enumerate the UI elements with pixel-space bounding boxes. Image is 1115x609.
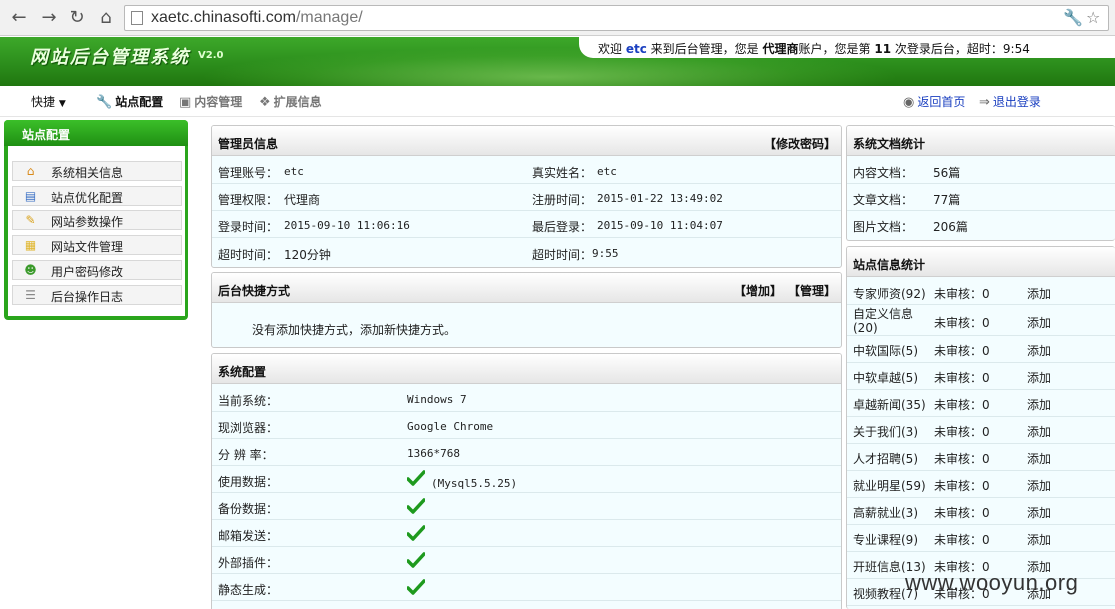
tab-ext-info[interactable]: ❖ 扩展信息 (259, 93, 322, 110)
table-row: 关于我们(3) 未审核：0 添加 (847, 417, 1115, 444)
home-icon: ⌂ (26, 164, 35, 178)
add-link[interactable]: 添加 (1027, 314, 1051, 331)
table-row: 内容文档： 56篇 (847, 157, 1115, 184)
logo-version: V2.0 (198, 50, 224, 61)
star-icon[interactable]: ☆ (1086, 8, 1100, 27)
tab-content-mgmt[interactable]: ▣ 内容管理 (179, 93, 242, 110)
folder-icon: ▦ (24, 238, 37, 252)
table-row: 登录时间： 2015-09-10 11:06:16 最后登录： 2015-09-… (212, 211, 841, 238)
quick-menu[interactable]: 快捷 ▼ (31, 93, 66, 110)
home-circle-icon: ◉ (903, 95, 915, 110)
logout-arrow-icon: ⇒ (979, 95, 990, 110)
site-stats-panel: 站点信息统计 专家师资(92) 未审核：0 添加 自定义信息(20) 未审核：0… (846, 246, 1115, 609)
address-url: xaetc.chinasofti.com/manage/ (151, 9, 363, 26)
add-link[interactable]: 添加 (1027, 450, 1051, 467)
panel-header: 站点信息统计 (847, 247, 1115, 277)
wrench-icon[interactable]: 🔧 (1063, 8, 1083, 27)
table-row: 管理账号： etc 真实姓名： etc (212, 157, 841, 184)
welcome-bar: 欢迎 etc 来到后台管理，您是 代理商账户，您是第 11 次登录后台，超时：9… (579, 37, 1115, 58)
table-row: 备份数据： (212, 493, 841, 520)
table-row: 专业课程(9) 未审核：0 添加 (847, 525, 1115, 552)
panel-header: 系统配置 (212, 354, 841, 384)
panel-header: 后台快捷方式 【增加】 【管理】 (212, 273, 841, 303)
add-link[interactable]: 添加 (1027, 396, 1051, 413)
table-row: 中软卓越(5) 未审核：0 添加 (847, 363, 1115, 390)
welcome-text: 欢迎 etc 来到后台管理，您是 代理商账户，您是第 11 次登录后台，超时：9… (598, 42, 1030, 56)
add-link[interactable]: 添加 (1027, 285, 1051, 302)
table-row: 自定义信息(20) 未审核：0 添加 (847, 305, 1115, 336)
header-banner: 网站后台管理系统 V2.0 欢迎 etc 来到后台管理，您是 代理商账户，您是第… (0, 37, 1115, 86)
panel-header: 系统文档统计 (847, 126, 1115, 156)
check-icon (407, 470, 425, 486)
add-link[interactable]: 添加 (1027, 369, 1051, 386)
sidebar-item-params[interactable]: ✎ 网站参数操作 (12, 210, 182, 230)
home-link[interactable]: ◉ 返回首页 (903, 93, 965, 110)
diamond-icon: ❖ (259, 95, 271, 110)
reload-icon[interactable]: ↻ (66, 6, 88, 30)
sidebar-item-system-info[interactable]: ⌂ 系统相关信息 (12, 161, 182, 181)
system-config-panel: 系统配置 当前系统： Windows 7 现浏览器： Google Chrome… (211, 353, 842, 609)
table-row: 邮箱发送： (212, 520, 841, 547)
log-icon: ☰ (25, 288, 36, 302)
main-toolbar: 快捷 ▼ 🔧 站点配置 ▣ 内容管理 ❖ 扩展信息 ◉ 返回首页 ⇒ 退出登录 (0, 86, 1115, 117)
table-row: 静态生成： (212, 574, 841, 601)
window-icon: ▤ (24, 189, 37, 203)
add-link[interactable]: 添加 (1027, 477, 1051, 494)
table-row: 管理权限： 代理商 注册时间： 2015-01-22 13:49:02 (212, 184, 841, 211)
table-row: 超时时间： 120分钟 超时时间： 9:55 (218, 247, 619, 262)
check-icon (407, 498, 425, 514)
table-row: 就业明星(59) 未审核：0 添加 (847, 471, 1115, 498)
add-link[interactable]: 添加 (1027, 531, 1051, 548)
add-link[interactable]: 添加 (1027, 504, 1051, 521)
table-row: 使用数据： (Mysql5.5.25) (212, 466, 841, 493)
sidebar-item-files[interactable]: ▦ 网站文件管理 (12, 235, 182, 255)
logo-title: 网站后台管理系统 (30, 47, 190, 68)
page-icon (131, 11, 143, 25)
table-row: 高薪就业(3) 未审核：0 添加 (847, 498, 1115, 525)
table-row: 分 辨 率： 1366*768 (212, 439, 841, 466)
change-password-link[interactable]: 【修改密码】 (764, 135, 836, 152)
sidebar: 站点配置 ⌂ 系统相关信息 ▤ 站点优化配置 ✎ 网站参数操作 ▦ 网站文件管理… (4, 120, 188, 320)
document-icon: ▣ (179, 95, 192, 110)
add-shortcut-link[interactable]: 【增加】 (734, 282, 782, 299)
forward-arrow-icon[interactable]: → (38, 6, 60, 30)
sidebar-item-logs[interactable]: ☰ 后台操作日志 (12, 285, 182, 305)
table-row: 中软国际(5) 未审核：0 添加 (847, 336, 1115, 363)
table-row: 专家师资(92) 未审核：0 添加 (847, 278, 1115, 305)
address-bar[interactable]: xaetc.chinasofti.com/manage/ 🔧 ☆ (124, 5, 1109, 31)
table-row: 当前系统： Windows 7 (212, 385, 841, 412)
home-icon[interactable]: ⌂ (95, 6, 117, 30)
panel-header: 管理员信息 【修改密码】 (212, 126, 841, 156)
check-icon (407, 525, 425, 541)
sidebar-item-password[interactable]: ☻ 用户密码修改 (12, 260, 182, 280)
shortcuts-panel: 后台快捷方式 【增加】 【管理】 没有添加快捷方式，添加新快捷方式。 (211, 272, 842, 348)
table-row: 现浏览器： Google Chrome (212, 412, 841, 439)
browser-toolbar: ← → ↻ ⌂ xaetc.chinasofti.com/manage/ 🔧 ☆ (0, 0, 1115, 36)
add-link[interactable]: 添加 (1027, 423, 1051, 440)
check-icon (407, 552, 425, 568)
table-row: 外部插件： (212, 547, 841, 574)
chevron-down-icon: ▼ (58, 99, 66, 109)
add-link[interactable]: 添加 (1027, 342, 1051, 359)
watermark: www.wooyun.org (905, 570, 1079, 595)
table-row: 人才招聘(5) 未审核：0 添加 (847, 444, 1115, 471)
sidebar-header: 站点配置 (4, 120, 188, 146)
wrench-icon: 🔧 (96, 95, 113, 110)
logout-link[interactable]: ⇒ 退出登录 (979, 93, 1041, 110)
tab-site-config[interactable]: 🔧 站点配置 (96, 93, 163, 110)
table-row: 文章文档： 77篇 (847, 184, 1115, 211)
doc-stats-panel: 系统文档统计 内容文档： 56篇 文章文档： 77篇 图片文档： 206篇 (846, 125, 1115, 241)
admin-info-panel: 管理员信息 【修改密码】 管理账号： etc 真实姓名： etc 管理权限： 代… (211, 125, 842, 268)
sidebar-item-optimize[interactable]: ▤ 站点优化配置 (12, 186, 182, 206)
shortcuts-empty-text[interactable]: 没有添加快捷方式，添加新快捷方式。 (252, 321, 456, 338)
table-row: 图片文档： 206篇 (853, 220, 968, 234)
pencil-icon: ✎ (25, 213, 36, 227)
manage-shortcut-link[interactable]: 【管理】 (788, 282, 836, 299)
back-arrow-icon[interactable]: ← (8, 6, 30, 30)
check-icon (407, 579, 425, 595)
table-row: 卓越新闻(35) 未审核：0 添加 (847, 390, 1115, 417)
sidebar-menu: ⌂ 系统相关信息 ▤ 站点优化配置 ✎ 网站参数操作 ▦ 网站文件管理 ☻ 用户… (8, 146, 185, 316)
user-icon: ☻ (24, 263, 37, 277)
